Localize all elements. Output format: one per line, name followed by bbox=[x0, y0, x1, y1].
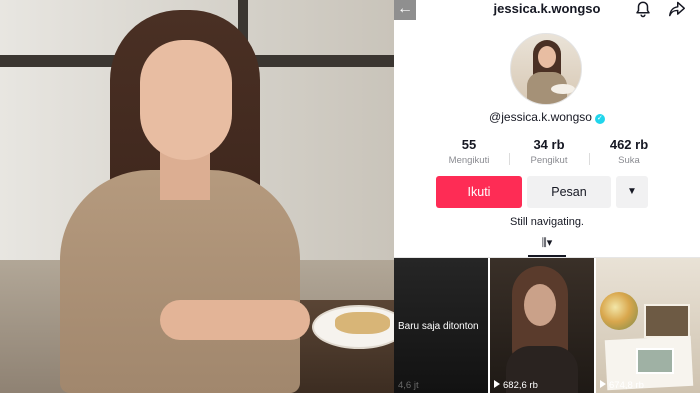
video-views: 682,6 rb bbox=[494, 380, 538, 391]
thumbnail-frame bbox=[644, 304, 690, 338]
video-views: 674,8 rb bbox=[600, 380, 644, 391]
video-thumbnail[interactable]: Baru saja ditonton 4,6 jt bbox=[394, 258, 488, 393]
avatar-plate bbox=[551, 84, 575, 94]
top-bar: ← jessica.k.wongso bbox=[394, 0, 700, 20]
stat-following-value: 55 bbox=[461, 137, 477, 152]
verified-check-icon: ✓ bbox=[594, 114, 605, 124]
video-grid: Baru saja ditonton 4,6 jt 682,6 rb 674,8… bbox=[394, 258, 700, 393]
profile-username: jessica.k.wongso bbox=[493, 1, 601, 16]
video-views: 4,6 jt bbox=[398, 380, 419, 391]
video-view-count: 674,8 rb bbox=[609, 380, 644, 391]
play-icon bbox=[600, 380, 606, 388]
bell-icon[interactable] bbox=[634, 0, 652, 18]
avatar-face bbox=[538, 46, 556, 68]
stats-row: 55 Mengikuti 34 rb Pengikut 462 rb Suka bbox=[429, 137, 669, 169]
grid-columns-icon[interactable]: ⫼▾ bbox=[532, 236, 562, 252]
video-thumbnail[interactable]: 674,8 rb bbox=[596, 258, 700, 393]
stat-likes: 462 rb Suka bbox=[589, 137, 669, 166]
stat-followers-value: 34 rb bbox=[533, 137, 565, 152]
profile-bio: Still navigating. bbox=[510, 216, 584, 228]
stat-likes-label: Suka bbox=[618, 155, 640, 166]
stat-following[interactable]: 55 Mengikuti bbox=[429, 137, 509, 166]
stat-followers[interactable]: 34 rb Pengikut bbox=[509, 137, 589, 166]
share-icon[interactable] bbox=[668, 1, 686, 17]
message-button[interactable]: Pesan bbox=[527, 176, 611, 208]
profile-photo-large bbox=[0, 0, 394, 393]
profile-handle-row: @jessica.k.wongso ✓ bbox=[394, 110, 700, 124]
thumbnail-flowers bbox=[600, 292, 638, 330]
person-arm bbox=[160, 300, 310, 340]
caret-down-icon[interactable]: ▼ bbox=[616, 176, 648, 208]
stat-likes-value: 462 rb bbox=[609, 137, 649, 152]
person-face bbox=[140, 40, 232, 160]
person-top bbox=[60, 170, 300, 393]
follow-button[interactable]: Ikuti bbox=[436, 176, 522, 208]
recently-watched-label: Baru saja ditonton bbox=[398, 321, 479, 332]
stat-followers-label: Pengikut bbox=[530, 155, 568, 166]
play-icon bbox=[494, 380, 500, 388]
stat-following-label: Mengikuti bbox=[448, 155, 490, 166]
video-view-count: 4,6 jt bbox=[398, 380, 419, 391]
avatar[interactable] bbox=[510, 33, 582, 105]
profile-handle: @jessica.k.wongso bbox=[489, 110, 592, 124]
video-view-count: 682,6 rb bbox=[503, 380, 538, 391]
food bbox=[335, 312, 390, 334]
thumbnail-face bbox=[524, 284, 556, 326]
thumbnail-photo bbox=[636, 348, 674, 374]
video-thumbnail[interactable]: 682,6 rb bbox=[490, 258, 594, 393]
profile-panel: ← jessica.k.wongso @jessica.k.wongso ✓ 55… bbox=[394, 0, 700, 393]
